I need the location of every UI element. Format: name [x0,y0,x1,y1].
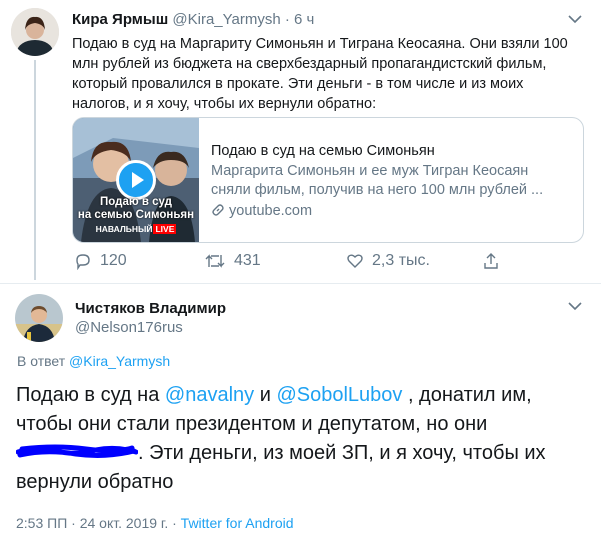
scribble-mark [16,444,138,458]
tweet-divider [0,283,601,284]
card-thumbnail: Подаю в суд на семью Симоньян НАВАЛЬНЫЙ L… [73,118,199,242]
tweet1-actions: 120 431 2,3 тыс. [74,252,504,274]
retweet-icon [205,254,225,268]
reply-to-handle[interactable]: @Kira_Yarmysh [69,353,170,369]
reply-count: 120 [100,252,127,269]
tweet2-author-name[interactable]: Чистяков Владимир [75,300,226,317]
heart-icon [347,254,363,268]
mention-sobollubov[interactable]: @SobolLubov [276,384,402,406]
thumb-brand-live: LIVE [153,224,177,234]
thread-line [34,60,36,280]
avatar-chistyakov-image [15,294,63,342]
reply-button[interactable]: 120 [74,252,127,270]
share-icon [484,253,498,269]
tweet2-text: Подаю в суд на @navalny и @SobolLubov , … [16,381,556,497]
tweet2-time[interactable]: 2:53 ПП [16,515,67,531]
tweet2-meta: 2:53 ПП · 24 окт. 2019 г. · Twitter for … [16,515,294,531]
thumb-brand: НАВАЛЬНЫЙ LIVE [73,224,199,234]
tweet1-handle[interactable]: @Kira_Yarmysh [172,11,280,28]
thumb-caption-line2: на семью Симоньян [77,209,195,221]
link-card[interactable]: Подаю в суд на семью Симоньян НАВАЛЬНЫЙ L… [72,117,584,243]
tweet1-time[interactable]: 6 ч [294,11,314,28]
tweet2-date-separator: · [71,515,76,531]
share-button[interactable] [482,252,500,275]
avatar-kira[interactable] [11,8,59,56]
avatar-kira-image [11,8,59,56]
scribbled-out-word [16,444,138,461]
card-domain: youtube.com [211,202,571,223]
avatar-chistyakov[interactable] [15,294,63,342]
retweet-count: 431 [234,252,261,269]
like-button[interactable]: 2,3 тыс. [346,252,430,270]
tweet2-handle[interactable]: @Nelson176rus [75,319,183,336]
tweet2-menu-chevron-icon[interactable] [568,301,582,311]
reply-prefix: В ответ [17,353,66,369]
thumb-brand-name: НАВАЛЬНЫЙ [95,224,153,234]
tweet1-text: Подаю в суд на Маргариту Симоньян и Тигр… [72,36,568,112]
reply-to-line: В ответ @Kira_Yarmysh [17,353,170,369]
card-domain-text[interactable]: youtube.com [229,203,312,219]
retweet-button[interactable]: 431 [204,252,261,270]
tweet1-author-name[interactable]: Кира Ярмыш [72,11,168,28]
tweet2-source[interactable]: Twitter for Android [181,515,294,531]
card-description: Маргарита Симоньян и ее муж Тигран Кеоса… [211,163,544,198]
thumb-caption: Подаю в суд на семью Симоньян [77,196,195,222]
like-count: 2,3 тыс. [372,252,430,269]
card-title: Подаю в суд на семью Симоньян [211,143,435,159]
tweet2-source-separator: · [172,515,177,531]
tweet1-separator: · [284,11,290,28]
tweet2-date[interactable]: 24 окт. 2019 г. [80,515,169,531]
tweet2-text-part1: Подаю в суд на [16,384,165,406]
youtube-play-button-icon[interactable] [116,160,156,200]
link-icon [211,203,225,223]
tweet2-text-part2: и [254,384,277,406]
thumb-caption-line1: Подаю в суд [100,196,172,208]
tweet1-menu-chevron-icon[interactable] [568,14,582,24]
card-body: Подаю в суд на семью Симоньян Маргарита … [211,142,571,223]
tweet1-header: Кира Ярмыш @Kira_Yarmysh · 6 ч [72,11,314,28]
reply-icon [76,254,90,270]
mention-navalny[interactable]: @navalny [165,384,254,406]
